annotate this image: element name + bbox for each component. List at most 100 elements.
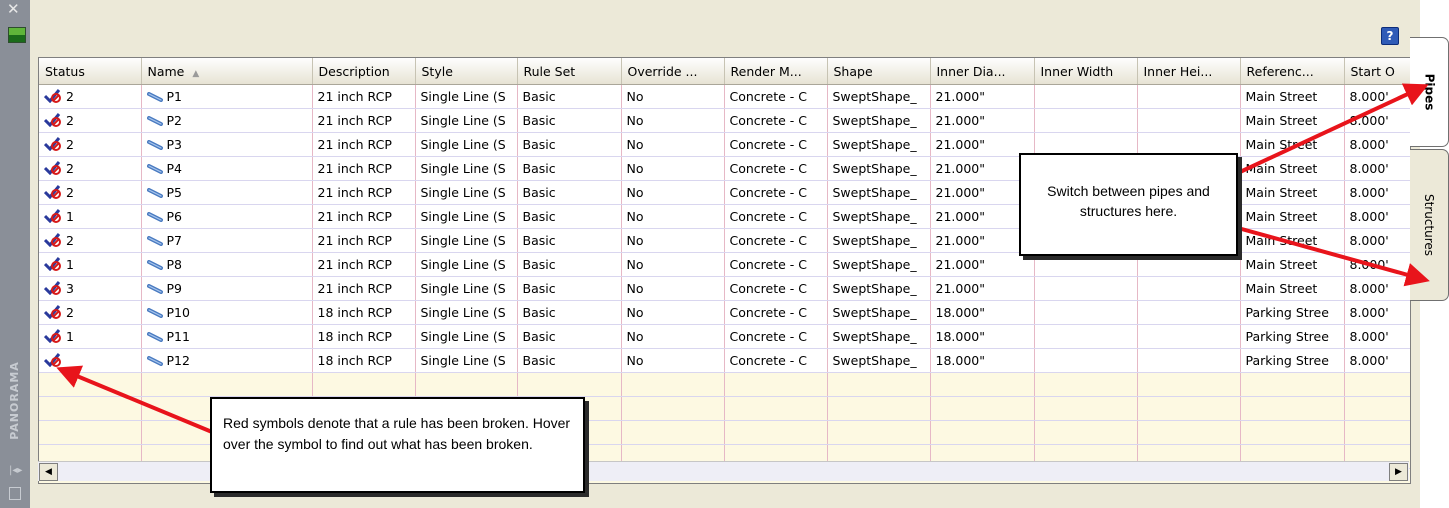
cell-status[interactable]: 1: [39, 204, 142, 229]
cell-inner-dia[interactable]: 18.000": [930, 348, 1035, 373]
cell-description[interactable]: 21 inch RCP: [312, 132, 416, 157]
cell-rule-set[interactable]: Basic: [517, 108, 622, 133]
cell-inner-width[interactable]: [1034, 252, 1138, 277]
cell-shape[interactable]: SweptShape_: [827, 252, 931, 277]
table-row[interactable]: 1 P11 18 inch RCP Single Line (S Basic No Conc…: [39, 324, 1410, 349]
rule-violation-icon[interactable]: [44, 185, 64, 199]
cell-render[interactable]: Concrete - C: [724, 324, 828, 349]
cell-style[interactable]: Single Line (S: [415, 156, 518, 181]
scroll-left-arrow-icon[interactable]: ◀: [39, 463, 58, 481]
cell-name[interactable]: P1: [141, 84, 313, 109]
cell-status[interactable]: 2: [39, 84, 142, 109]
cell-render[interactable]: Concrete - C: [724, 228, 828, 253]
cell-name[interactable]: P12: [141, 348, 313, 373]
cell-start-offset[interactable]: 8.000': [1344, 132, 1410, 157]
cell-inner-height[interactable]: [1137, 348, 1241, 373]
help-icon[interactable]: ?: [1381, 27, 1399, 45]
cell-start-offset[interactable]: 8.000': [1344, 276, 1410, 301]
cell-inner-height[interactable]: [1137, 324, 1241, 349]
cell-style[interactable]: Single Line (S: [415, 108, 518, 133]
cell-inner-width[interactable]: [1034, 300, 1138, 325]
cell-rule-set[interactable]: Basic: [517, 132, 622, 157]
cell-start-offset[interactable]: 8.000': [1344, 300, 1410, 325]
cell-render[interactable]: Concrete - C: [724, 300, 828, 325]
cell-status[interactable]: 2: [39, 132, 142, 157]
cell-description[interactable]: 21 inch RCP: [312, 108, 416, 133]
cell-override[interactable]: No: [621, 84, 725, 109]
cell-status[interactable]: 2: [39, 300, 142, 325]
cell-inner-width[interactable]: [1034, 108, 1138, 133]
cell-inner-width[interactable]: [1034, 276, 1138, 301]
cell-override[interactable]: No: [621, 252, 725, 277]
cell-override[interactable]: No: [621, 156, 725, 181]
cell-reference[interactable]: Main Street: [1240, 204, 1345, 229]
cell-reference[interactable]: Main Street: [1240, 132, 1345, 157]
cell-start-offset[interactable]: 8.000': [1344, 228, 1410, 253]
cell-rule-set[interactable]: Basic: [517, 84, 622, 109]
cell-name[interactable]: P7: [141, 228, 313, 253]
cell-shape[interactable]: SweptShape_: [827, 348, 931, 373]
cell-render[interactable]: Concrete - C: [724, 108, 828, 133]
cell-reference[interactable]: Main Street: [1240, 84, 1345, 109]
rule-violation-icon[interactable]: [44, 89, 64, 103]
cell-rule-set[interactable]: Basic: [517, 204, 622, 229]
cell-shape[interactable]: SweptShape_: [827, 180, 931, 205]
cell-start-offset[interactable]: 8.000': [1344, 156, 1410, 181]
cell-rule-set[interactable]: Basic: [517, 180, 622, 205]
rule-violation-icon[interactable]: [44, 353, 64, 367]
cell-inner-dia[interactable]: 18.000": [930, 300, 1035, 325]
cell-shape[interactable]: SweptShape_: [827, 276, 931, 301]
cell-inner-height[interactable]: [1137, 252, 1241, 277]
cell-description[interactable]: 21 inch RCP: [312, 252, 416, 277]
cell-shape[interactable]: SweptShape_: [827, 204, 931, 229]
cell-style[interactable]: Single Line (S: [415, 180, 518, 205]
rule-violation-icon[interactable]: [44, 281, 64, 295]
cell-inner-dia[interactable]: 21.000": [930, 276, 1035, 301]
cell-override[interactable]: No: [621, 228, 725, 253]
column-header[interactable]: Render M...: [724, 58, 828, 85]
cell-shape[interactable]: SweptShape_: [827, 228, 931, 253]
column-header[interactable]: Shape: [827, 58, 931, 85]
cell-start-offset[interactable]: 8.000': [1344, 108, 1410, 133]
cell-start-offset[interactable]: 8.000': [1344, 324, 1410, 349]
cell-description[interactable]: 18 inch RCP: [312, 324, 416, 349]
properties-icon[interactable]: [9, 487, 21, 500]
cell-description[interactable]: 21 inch RCP: [312, 156, 416, 181]
cell-render[interactable]: Concrete - C: [724, 204, 828, 229]
cell-shape[interactable]: SweptShape_: [827, 156, 931, 181]
rule-violation-icon[interactable]: [44, 113, 64, 127]
cell-override[interactable]: No: [621, 132, 725, 157]
rule-violation-icon[interactable]: [44, 329, 64, 343]
cell-override[interactable]: No: [621, 348, 725, 373]
rule-violation-icon[interactable]: [44, 209, 64, 223]
cell-start-offset[interactable]: 8.000': [1344, 204, 1410, 229]
cell-status[interactable]: 1: [39, 324, 142, 349]
auto-hide-icon[interactable]: |◂▸: [9, 465, 22, 476]
rule-violation-icon[interactable]: [44, 257, 64, 271]
column-header[interactable]: Override ...: [621, 58, 725, 85]
cell-reference[interactable]: Main Street: [1240, 228, 1345, 253]
cell-description[interactable]: 18 inch RCP: [312, 300, 416, 325]
cell-name[interactable]: P5: [141, 180, 313, 205]
close-icon[interactable]: ✕: [7, 0, 20, 18]
tab-structures[interactable]: Structures: [1410, 149, 1449, 301]
cell-description[interactable]: 21 inch RCP: [312, 276, 416, 301]
column-header[interactable]: Style: [415, 58, 518, 85]
cell-rule-set[interactable]: Basic: [517, 348, 622, 373]
cell-description[interactable]: 21 inch RCP: [312, 180, 416, 205]
cell-name[interactable]: P3: [141, 132, 313, 157]
cell-name[interactable]: P10: [141, 300, 313, 325]
cell-rule-set[interactable]: Basic: [517, 300, 622, 325]
cell-style[interactable]: Single Line (S: [415, 300, 518, 325]
cell-override[interactable]: No: [621, 300, 725, 325]
cell-render[interactable]: Concrete - C: [724, 156, 828, 181]
cell-description[interactable]: 18 inch RCP: [312, 348, 416, 373]
cell-name[interactable]: P9: [141, 276, 313, 301]
cell-status[interactable]: 2: [39, 180, 142, 205]
cell-name[interactable]: P4: [141, 156, 313, 181]
cell-inner-width[interactable]: [1034, 324, 1138, 349]
panorama-app-icon[interactable]: [8, 27, 26, 43]
cell-start-offset[interactable]: 8.000': [1344, 348, 1410, 373]
cell-style[interactable]: Single Line (S: [415, 324, 518, 349]
cell-inner-width[interactable]: [1034, 348, 1138, 373]
